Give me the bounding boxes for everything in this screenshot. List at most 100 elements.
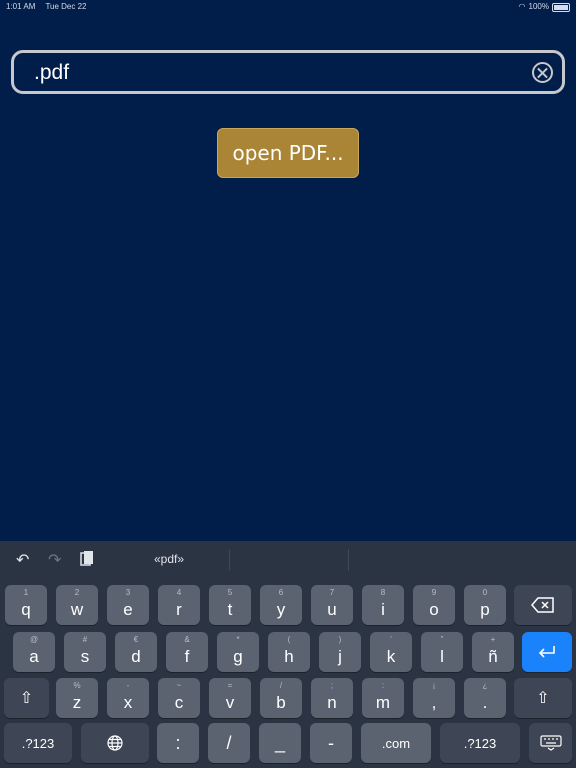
letter-key[interactable]: -x xyxy=(107,678,149,718)
dismiss-keyboard-key[interactable] xyxy=(529,723,572,763)
numbers-key-left[interactable]: .?123 xyxy=(4,723,72,763)
key-primary-label: h xyxy=(284,647,294,666)
key-primary-label: , xyxy=(431,693,437,712)
search-field[interactable] xyxy=(11,50,565,94)
clear-icon[interactable] xyxy=(532,62,553,83)
key-primary-label: j xyxy=(338,647,342,666)
letter-key[interactable]: % z xyxy=(56,678,98,718)
key-secondary-label: € xyxy=(133,635,139,644)
key-secondary-label: 0 xyxy=(482,588,488,597)
letter-key[interactable]: ¿. xyxy=(464,678,506,718)
letter-key[interactable]: & f xyxy=(166,632,208,672)
key-secondary-label: " xyxy=(440,635,444,644)
key-primary-label: k xyxy=(386,647,396,666)
key-secondary-label: + xyxy=(490,635,496,644)
letter-key[interactable]: ; n xyxy=(311,678,353,718)
key-secondary-label: @ xyxy=(29,635,39,644)
return-key[interactable] xyxy=(522,632,572,672)
letter-key[interactable]: 5t xyxy=(209,585,251,625)
status-bar: 1:01 AM Tue Dec 22 ◠ 100% xyxy=(0,0,576,14)
globe-icon xyxy=(81,723,149,763)
predictive-suggestion[interactable]: «pdf» xyxy=(110,541,228,578)
key-primary-label: i xyxy=(381,600,385,619)
key-secondary-label: ¿ xyxy=(482,681,488,690)
shift-icon: ⇧ xyxy=(19,690,34,707)
key-primary-label: b xyxy=(276,693,286,712)
numbers-key-label: .?123 xyxy=(463,735,497,751)
letter-key[interactable]: ¡, xyxy=(413,678,455,718)
letter-key[interactable]: ' k xyxy=(370,632,412,672)
status-time: 1:01 AM xyxy=(6,2,36,11)
key-secondary-label: 3 xyxy=(125,588,131,597)
letter-key[interactable]: 8i xyxy=(362,585,404,625)
letter-key[interactable]: # s xyxy=(64,632,106,672)
letter-key[interactable]: " l xyxy=(421,632,463,672)
letter-key[interactable]: € d xyxy=(115,632,157,672)
key-secondary-label: # xyxy=(82,635,88,644)
key-primary-label: u xyxy=(327,600,337,619)
letter-key[interactable]: ) j xyxy=(319,632,361,672)
paste-icon[interactable] xyxy=(80,550,94,573)
letter-key[interactable]: + ñ xyxy=(472,632,514,672)
key-secondary-label: = xyxy=(227,681,233,690)
letter-key[interactable]: 1q xyxy=(5,585,47,625)
search-input[interactable] xyxy=(32,58,516,88)
battery-icon xyxy=(552,2,570,12)
undo-icon[interactable]: ↶ xyxy=(16,550,29,570)
letter-key[interactable]: 0p xyxy=(464,585,506,625)
key-primary-label: d xyxy=(131,647,141,666)
letter-key[interactable]: @ a xyxy=(13,632,55,672)
key-primary-label: v xyxy=(225,693,235,712)
letter-key[interactable]: 6y xyxy=(260,585,302,625)
suggestion-divider xyxy=(348,549,349,571)
key-primary-label: l xyxy=(440,647,444,666)
key-primary-label: ñ xyxy=(488,647,498,666)
letter-key[interactable]: (h xyxy=(268,632,310,672)
underscore-key[interactable]: _ xyxy=(259,723,301,763)
dash-key[interactable]: - xyxy=(310,723,352,763)
key-primary-label: p xyxy=(480,600,490,619)
key-secondary-label: ¡ xyxy=(432,681,436,690)
slash-key-label: / xyxy=(226,732,232,753)
key-primary-label: o xyxy=(429,600,439,619)
shift-key-right[interactable]: ⇧ xyxy=(514,678,572,718)
key-primary-label: n xyxy=(327,693,337,712)
key-primary-label: x xyxy=(123,693,133,712)
backspace-icon xyxy=(514,585,572,625)
suggestion-divider xyxy=(229,549,230,571)
letter-key[interactable]: ~ c xyxy=(158,678,200,718)
letter-key[interactable]: / b xyxy=(260,678,302,718)
letter-key[interactable]: 4r xyxy=(158,585,200,625)
key-primary-label: m xyxy=(375,693,391,712)
slash-key[interactable]: / xyxy=(208,723,250,763)
delete-key[interactable] xyxy=(514,585,572,625)
letter-key[interactable]: :m xyxy=(362,678,404,718)
key-secondary-label: 1 xyxy=(23,588,29,597)
key-secondary-label: 6 xyxy=(278,588,284,597)
redo-icon[interactable]: ↷ xyxy=(48,550,61,570)
shift-key-left[interactable]: ⇧ xyxy=(4,678,49,718)
key-secondary-label: ; xyxy=(330,681,334,690)
globe-key[interactable] xyxy=(81,723,149,763)
dotcom-key[interactable]: .com xyxy=(361,723,431,763)
numbers-key-right[interactable]: .?123 xyxy=(440,723,520,763)
key-primary-label: r xyxy=(176,600,182,619)
numbers-key-label: .?123 xyxy=(21,735,55,751)
colon-key[interactable]: : xyxy=(157,723,199,763)
letter-key[interactable]: 7u xyxy=(311,585,353,625)
key-primary-label: g xyxy=(233,647,243,666)
letter-key[interactable]: 3e xyxy=(107,585,149,625)
letter-key[interactable]: * g xyxy=(217,632,259,672)
key-secondary-label: 9 xyxy=(431,588,437,597)
key-primary-label: z xyxy=(72,693,82,712)
key-secondary-label: ' xyxy=(390,635,392,644)
dash-key-label: - xyxy=(328,732,334,753)
key-secondary-label: - xyxy=(126,681,130,690)
letter-key[interactable]: 9o xyxy=(413,585,455,625)
key-secondary-label: 8 xyxy=(380,588,386,597)
open-pdf-button[interactable]: open PDF... xyxy=(217,128,359,178)
shift-icon: ⇧ xyxy=(536,690,550,707)
letter-key[interactable]: 2w xyxy=(56,585,98,625)
letter-key[interactable]: = v xyxy=(209,678,251,718)
dotcom-key-label: .com xyxy=(381,735,411,751)
